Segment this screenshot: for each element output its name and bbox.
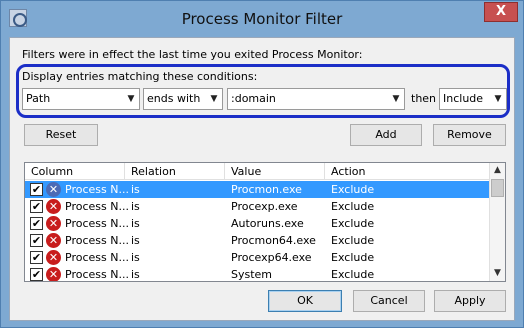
row-relation: is bbox=[131, 268, 140, 281]
row-column: Process N... bbox=[65, 268, 129, 281]
filter-list-header: Column Relation Value Action bbox=[25, 163, 491, 180]
ok-button[interactable]: OK bbox=[268, 290, 342, 312]
filter-row[interactable]: ✔ ✕ Process N... is Procexp64.exe Exclud… bbox=[25, 249, 491, 266]
column-select[interactable]: Path ▼ bbox=[22, 88, 140, 110]
chevron-down-icon: ▼ bbox=[392, 94, 400, 104]
exclude-icon: ✕ bbox=[46, 216, 61, 231]
value-combobox[interactable]: :domain ▼ bbox=[227, 88, 405, 110]
add-button[interactable]: Add bbox=[350, 124, 422, 146]
apply-button[interactable]: Apply bbox=[434, 290, 506, 312]
filter-row[interactable]: ✔ ✕ Process N... is Procexp.exe Exclude bbox=[25, 198, 491, 215]
row-action: Exclude bbox=[331, 251, 375, 264]
row-column: Process N... bbox=[65, 234, 129, 247]
scroll-down-icon[interactable]: ▼ bbox=[490, 266, 505, 281]
row-action: Exclude bbox=[331, 268, 375, 281]
column-header-action[interactable]: Action bbox=[325, 163, 491, 180]
row-relation: is bbox=[131, 217, 140, 230]
row-relation: is bbox=[131, 200, 140, 213]
row-checkbox[interactable]: ✔ bbox=[30, 251, 43, 264]
process-monitor-filter-window: Process Monitor Filter X Filters were in… bbox=[0, 0, 524, 328]
then-label: then bbox=[411, 92, 437, 105]
row-relation: is bbox=[131, 234, 140, 247]
action-select[interactable]: Include ▼ bbox=[439, 88, 507, 110]
dialog-client-area: Filters were in effect the last time you… bbox=[9, 37, 515, 321]
row-column: Process N... bbox=[65, 183, 129, 196]
row-relation: is bbox=[131, 251, 140, 264]
row-column: Process N... bbox=[65, 200, 129, 213]
vertical-scrollbar[interactable]: ▲ ▼ bbox=[489, 163, 505, 281]
row-value: Procexp64.exe bbox=[231, 251, 312, 264]
row-checkbox[interactable]: ✔ bbox=[30, 217, 43, 230]
row-checkbox[interactable]: ✔ bbox=[30, 183, 43, 196]
column-header-value[interactable]: Value bbox=[225, 163, 325, 180]
row-checkbox[interactable]: ✔ bbox=[30, 234, 43, 247]
cancel-button[interactable]: Cancel bbox=[353, 290, 425, 312]
exclude-icon: ✕ bbox=[46, 233, 61, 248]
row-action: Exclude bbox=[331, 200, 375, 213]
filter-row[interactable]: ✔ ✕ Process N... is Procmon.exe Exclude bbox=[25, 181, 491, 198]
close-button[interactable]: X bbox=[484, 2, 518, 22]
conditions-label: Display entries matching these condition… bbox=[22, 70, 258, 83]
row-column: Process N... bbox=[65, 251, 129, 264]
remove-button[interactable]: Remove bbox=[433, 124, 506, 146]
filters-info-text: Filters were in effect the last time you… bbox=[22, 48, 363, 61]
filter-row[interactable]: ✔ ✕ Process N... is Procmon64.exe Exclud… bbox=[25, 232, 491, 249]
chevron-down-icon: ▼ bbox=[494, 94, 502, 104]
row-action: Exclude bbox=[331, 183, 375, 196]
filter-row[interactable]: ✔ ✕ Process N... is System Exclude bbox=[25, 266, 491, 281]
exclude-icon: ✕ bbox=[46, 250, 61, 265]
filter-list[interactable]: Column Relation Value Action ✔ ✕ Process… bbox=[24, 162, 506, 282]
window-title: Process Monitor Filter bbox=[181, 10, 343, 28]
row-relation: is bbox=[131, 183, 140, 196]
row-checkbox[interactable]: ✔ bbox=[30, 200, 43, 213]
action-select-value: Include bbox=[443, 92, 484, 105]
reset-button[interactable]: Reset bbox=[24, 124, 98, 146]
relation-select[interactable]: ends with ▼ bbox=[143, 88, 223, 110]
relation-select-value: ends with bbox=[147, 92, 201, 105]
chevron-down-icon: ▼ bbox=[210, 94, 218, 104]
row-column: Process N... bbox=[65, 217, 129, 230]
scroll-thumb[interactable] bbox=[491, 179, 504, 197]
scroll-up-icon[interactable]: ▲ bbox=[490, 163, 505, 178]
row-value: Procmon.exe bbox=[231, 183, 302, 196]
row-value: Procexp.exe bbox=[231, 200, 298, 213]
column-header-column[interactable]: Column bbox=[25, 163, 125, 180]
row-action: Exclude bbox=[331, 217, 375, 230]
row-action: Exclude bbox=[331, 234, 375, 247]
title-bar[interactable]: Process Monitor Filter X bbox=[1, 1, 523, 37]
row-value: System bbox=[231, 268, 273, 281]
row-value: Procmon64.exe bbox=[231, 234, 316, 247]
column-header-relation[interactable]: Relation bbox=[125, 163, 225, 180]
row-checkbox[interactable]: ✔ bbox=[30, 268, 43, 281]
exclude-icon: ✕ bbox=[46, 182, 61, 197]
exclude-icon: ✕ bbox=[46, 199, 61, 214]
column-select-value: Path bbox=[26, 92, 51, 105]
exclude-icon: ✕ bbox=[46, 267, 61, 281]
chevron-down-icon: ▼ bbox=[127, 94, 135, 104]
value-combobox-text: :domain bbox=[231, 92, 276, 105]
row-value: Autoruns.exe bbox=[231, 217, 304, 230]
filter-row[interactable]: ✔ ✕ Process N... is Autoruns.exe Exclude bbox=[25, 215, 491, 232]
